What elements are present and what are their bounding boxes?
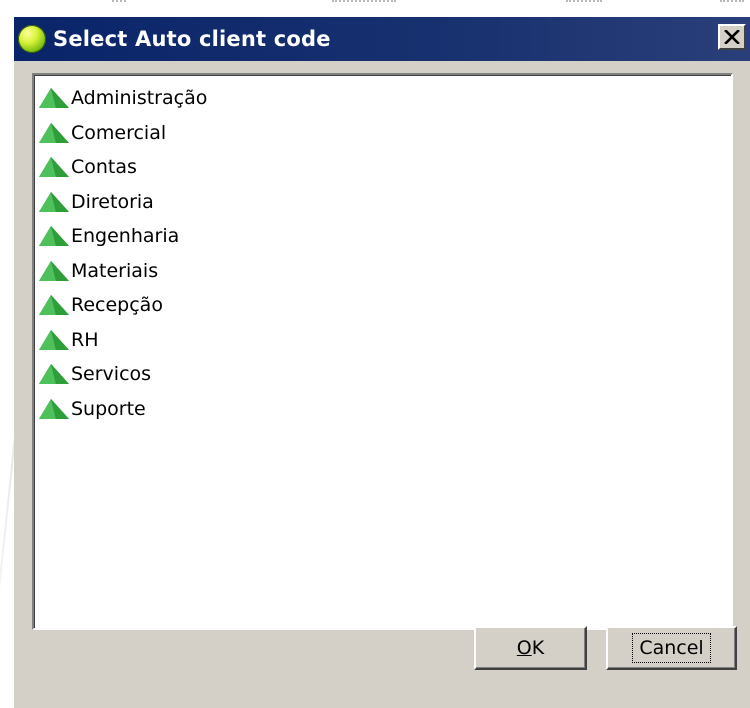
tree-item-label: Suporte — [71, 397, 146, 420]
tree-item[interactable]: Engenharia — [36, 219, 731, 254]
screen: Select Auto client code Administração Com… — [0, 0, 750, 708]
green-pyramid-icon — [39, 191, 69, 212]
select-client-code-dialog: Select Auto client code Administração Com… — [14, 17, 750, 708]
green-pyramid-icon — [39, 226, 69, 247]
green-pyramid-icon — [39, 329, 69, 350]
tree-item[interactable]: Servicos — [36, 357, 731, 392]
tree-item-label: RH — [71, 328, 99, 351]
focus-indicator: Cancel — [632, 633, 711, 663]
background-artifact — [112, 0, 126, 12]
green-globe-icon — [18, 25, 46, 53]
tree-item-label: Administração — [71, 87, 208, 110]
tree-item-label: Contas — [71, 156, 137, 179]
tree-item[interactable]: Comercial — [36, 116, 731, 151]
tree-item[interactable]: Administração — [36, 81, 731, 116]
ok-button-label: OK — [516, 637, 545, 659]
green-pyramid-icon — [39, 295, 69, 316]
tree-item[interactable]: Recepção — [36, 288, 731, 323]
tree-item[interactable]: RH — [36, 323, 731, 358]
green-pyramid-icon — [39, 157, 69, 178]
background-artifact — [566, 0, 602, 12]
ok-button[interactable]: OK — [474, 626, 587, 670]
green-pyramid-icon — [39, 122, 69, 143]
tree-item-label: Engenharia — [71, 225, 180, 248]
green-pyramid-icon — [39, 398, 69, 419]
client-code-tree[interactable]: Administração Comercial Contas Diretoria Eng… — [32, 73, 733, 630]
tree-item-label: Diretoria — [71, 190, 154, 213]
dialog-title: Select Auto client code — [53, 27, 331, 51]
close-button[interactable] — [718, 24, 746, 50]
close-icon — [724, 30, 740, 44]
background-artifact — [720, 0, 744, 12]
green-pyramid-icon — [39, 260, 69, 281]
tree-item[interactable]: Diretoria — [36, 185, 731, 220]
title-bar[interactable]: Select Auto client code — [14, 17, 750, 61]
tree-item-label: Servicos — [71, 363, 152, 386]
green-pyramid-icon — [39, 88, 69, 109]
tree-item-label: Comercial — [71, 121, 167, 144]
tree-item-label: Materiais — [71, 259, 159, 282]
tree-item[interactable]: Contas — [36, 150, 731, 185]
tree-item-label: Recepção — [71, 294, 163, 317]
tree-item[interactable]: Suporte — [36, 392, 731, 427]
cancel-button-label: Cancel — [639, 637, 704, 659]
background-artifact — [332, 0, 396, 12]
tree-list: Administração Comercial Contas Diretoria Eng… — [34, 75, 731, 426]
green-pyramid-icon — [39, 364, 69, 385]
cancel-button[interactable]: Cancel — [606, 626, 737, 670]
tree-item[interactable]: Materiais — [36, 254, 731, 289]
